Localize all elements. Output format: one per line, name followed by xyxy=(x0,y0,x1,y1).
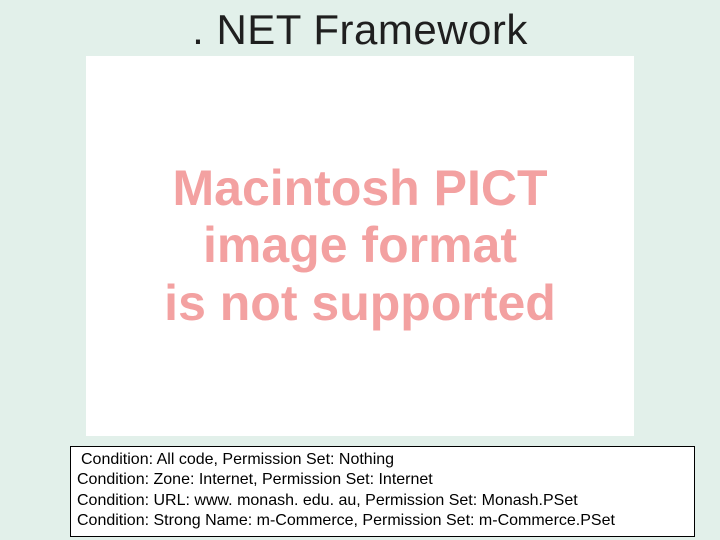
slide: . NET Framework Macintosh PICT image for… xyxy=(0,0,720,540)
condition-line-2: Condition: Zone: Internet, Permission Se… xyxy=(77,470,688,490)
slide-title: . NET Framework xyxy=(0,6,720,54)
pict-error-message: Macintosh PICT image format is not suppo… xyxy=(86,160,634,333)
condition-line-1: Condition: All code, Permission Set: Not… xyxy=(77,450,688,470)
pict-line-2: image format xyxy=(90,217,630,275)
condition-line-4: Condition: Strong Name: m-Commerce, Perm… xyxy=(77,511,688,531)
pict-placeholder: Macintosh PICT image format is not suppo… xyxy=(86,56,634,436)
condition-line-3: Condition: URL: www. monash. edu. au, Pe… xyxy=(77,491,688,511)
pict-line-3: is not supported xyxy=(90,275,630,333)
pict-line-1: Macintosh PICT xyxy=(90,160,630,218)
conditions-box: Condition: All code, Permission Set: Not… xyxy=(70,446,695,537)
